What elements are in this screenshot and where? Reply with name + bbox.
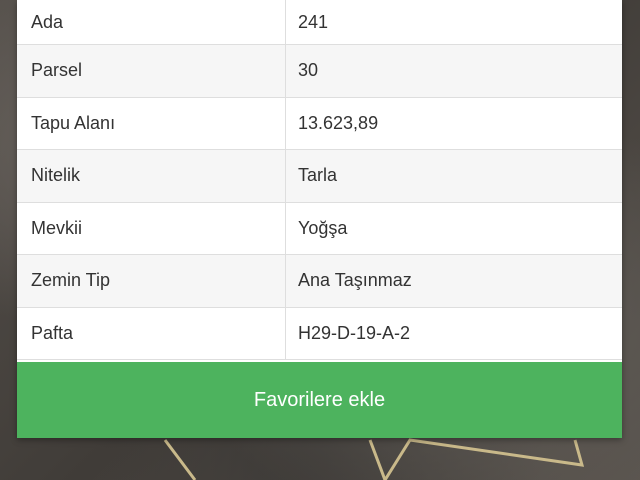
row-key-zemin-tip: Zemin Tip	[17, 255, 286, 307]
row-key-ada: Ada	[17, 0, 286, 44]
row-key-nitelik: Nitelik	[17, 150, 286, 202]
row-value-zemin-tip: Ana Taşınmaz	[298, 270, 412, 291]
parcel-info-table: Ada 241 Parsel 30 Tapu Alanı 13.623,89 N…	[17, 0, 622, 360]
row-value-parsel: 30	[298, 60, 319, 81]
table-row: Ada 241	[17, 0, 622, 45]
row-value-mevkii: Yoğşa	[298, 217, 348, 238]
table-row: Nitelik Tarla	[17, 150, 622, 203]
row-value-nitelik: Tarla	[298, 165, 338, 186]
table-row: Zemin Tip Ana Taşınmaz	[17, 255, 622, 308]
table-row: Pafta H29-D-19-A-2	[17, 307, 622, 360]
add-to-favorites-button[interactable]: Favorilere ekle	[17, 362, 622, 438]
parcel-boundary-line	[368, 439, 387, 480]
row-value-tapu-alani: 13.623,89	[298, 112, 379, 133]
row-key-pafta: Pafta	[17, 307, 286, 359]
table-row: Mevkii Yoğşa	[17, 202, 622, 255]
row-key-parsel: Parsel	[17, 45, 286, 97]
row-key-mevkii: Mevkii	[17, 202, 286, 254]
row-key-tapu-alani: Tapu Alanı	[17, 97, 286, 149]
parcel-boundary-line	[383, 438, 585, 480]
row-value-ada: 241	[298, 11, 329, 32]
parcel-boundary-line	[163, 439, 197, 480]
table-row: Parsel 30	[17, 45, 622, 98]
table-row: Tapu Alanı 13.623,89	[17, 97, 622, 150]
parcel-info-panel: Ada 241 Parsel 30 Tapu Alanı 13.623,89 N…	[17, 0, 622, 438]
row-value-pafta: H29-D-19-A-2	[298, 322, 411, 343]
